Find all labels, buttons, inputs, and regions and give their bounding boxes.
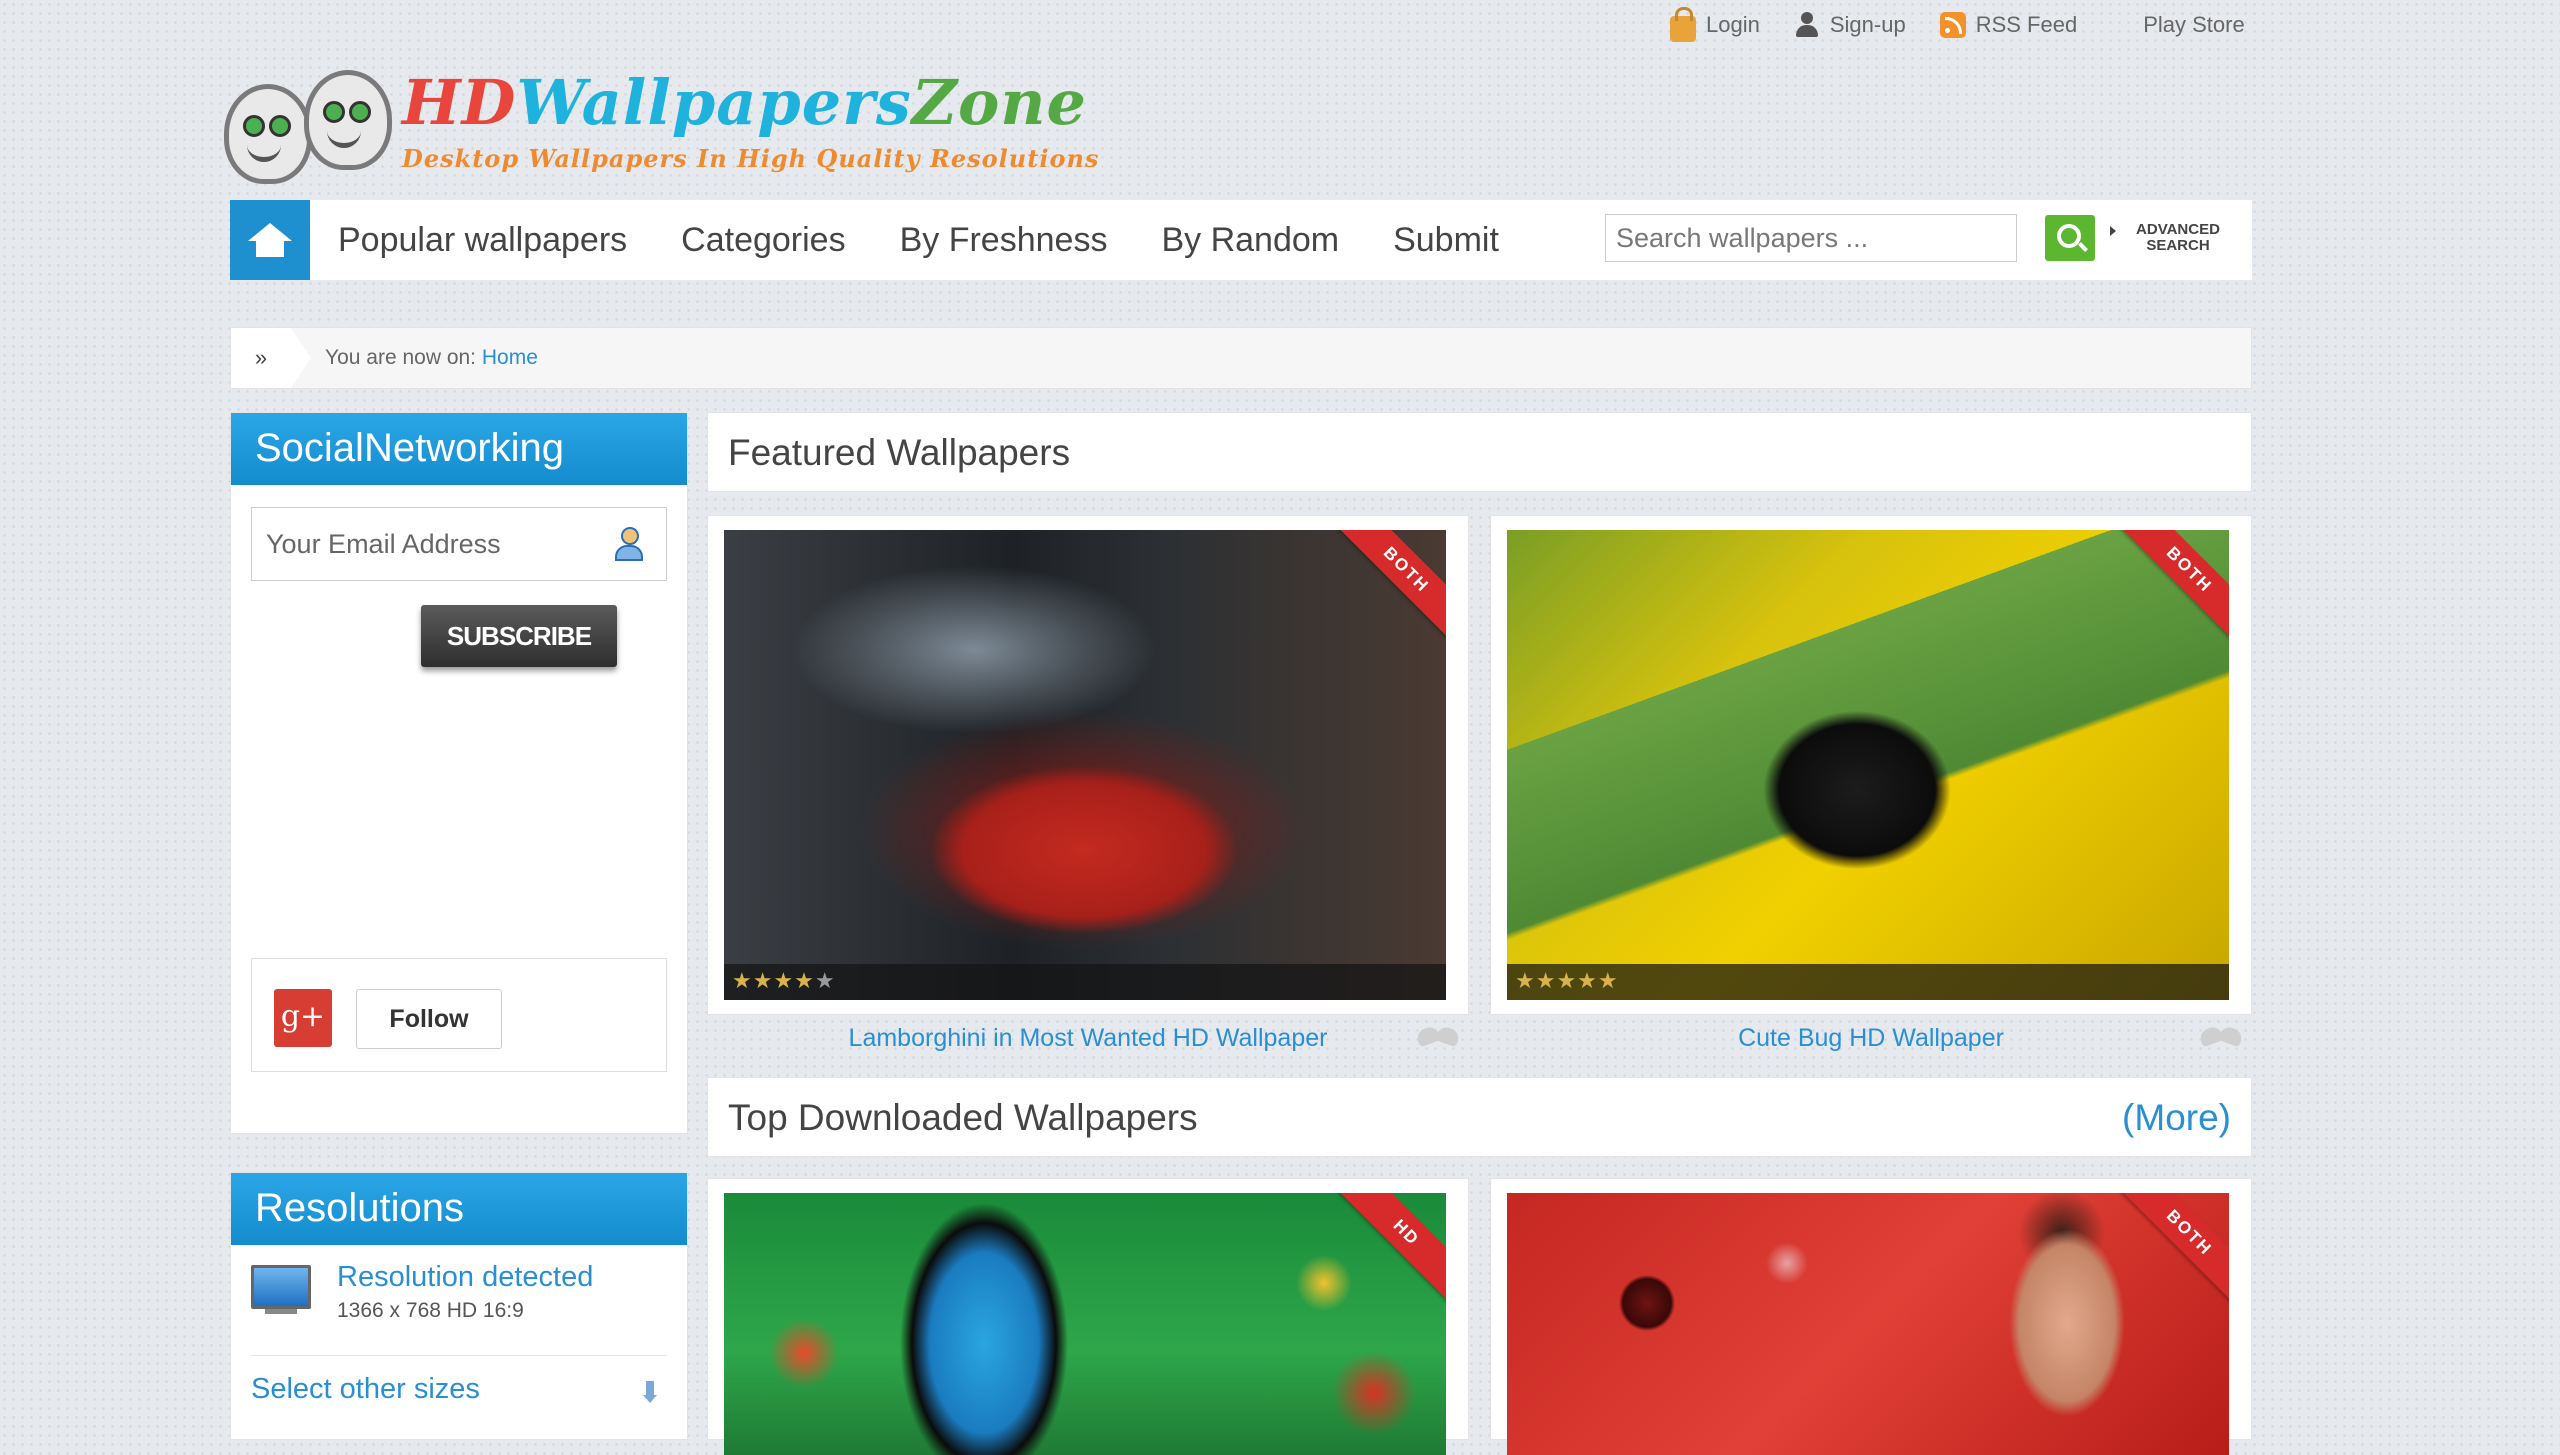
wallpaper-card: BOTH ★★★★★ xyxy=(1490,515,2252,1015)
logo-title: HDWallpapersZone xyxy=(402,66,1087,139)
resolution-detected-value: 1366 x 768 HD 16:9 xyxy=(337,1299,524,1322)
breadcrumb: » You are now on: Home xyxy=(230,327,2252,389)
login-label: Login xyxy=(1706,12,1760,37)
favorite-heart-icon[interactable] xyxy=(2198,1024,2246,1050)
rss-icon xyxy=(1939,12,1966,38)
nav-submit[interactable]: Submit xyxy=(1393,221,1499,260)
lock-icon xyxy=(1670,7,1696,42)
logo-title-hd: HD xyxy=(402,66,517,139)
top-downloaded-header: Top Downloaded Wallpapers (More) xyxy=(707,1077,2252,1157)
subscribe-button[interactable]: SUBSCRIBE xyxy=(421,605,617,667)
home-button[interactable] xyxy=(230,200,310,280)
nav-menu: Popular wallpapers Categories By Freshne… xyxy=(338,200,1553,280)
select-other-sizes-link[interactable]: Select other sizes xyxy=(251,1373,480,1406)
divider xyxy=(251,1355,667,1356)
rating-bar: ★★★★★ xyxy=(1507,964,2229,1000)
site-logo[interactable]: HDWallpapersZone Desktop Wallpapers In H… xyxy=(224,62,1174,184)
email-field[interactable] xyxy=(251,507,667,581)
resolution-detected-link[interactable]: Resolution detected xyxy=(337,1261,593,1294)
resolutions-title: Resolutions xyxy=(231,1173,687,1245)
logo-tagline: Desktop Wallpapers In High Quality Resol… xyxy=(402,144,1100,173)
google-plus-box: g+ Follow xyxy=(251,958,667,1072)
user-icon xyxy=(1794,12,1820,38)
resolutions-panel: Resolutions Resolution detected 1366 x 7… xyxy=(230,1172,688,1440)
wallpaper-card: BOTH xyxy=(1490,1178,2252,1455)
advanced-search-link[interactable]: ADVANCED SEARCH xyxy=(2110,221,2238,254)
wallpaper-thumbnail-butterfly[interactable]: HD xyxy=(724,1193,1446,1455)
google-plus-icon[interactable]: g+ xyxy=(274,989,332,1047)
play-store-link[interactable]: Play Store xyxy=(2143,12,2245,38)
top-links: Login Sign-up RSS Feed Play Store xyxy=(1670,7,2279,42)
search-icon xyxy=(2057,224,2081,248)
search-input[interactable] xyxy=(1605,214,2017,262)
logo-mascot-icon xyxy=(224,68,399,184)
signup-label: Sign-up xyxy=(1829,12,1906,37)
more-link[interactable]: (More) xyxy=(2122,1078,2231,1158)
logo-title-zone: Zone xyxy=(911,66,1087,139)
main-nav: Popular wallpapers Categories By Freshne… xyxy=(230,200,2252,280)
monitor-icon xyxy=(251,1265,311,1314)
rss-label: RSS Feed xyxy=(1975,12,2078,37)
badge-ribbon: BOTH xyxy=(2119,530,2229,640)
wallpaper-card: HD xyxy=(707,1178,1469,1455)
nav-by-random[interactable]: By Random xyxy=(1161,221,1339,260)
advanced-search-line2: SEARCH xyxy=(2146,237,2210,254)
search-button[interactable] xyxy=(2045,215,2095,261)
wallpaper-caption-link[interactable]: Cute Bug HD Wallpaper xyxy=(1490,1024,2252,1053)
nav-by-freshness[interactable]: By Freshness xyxy=(900,221,1108,260)
play-store-label: Play Store xyxy=(2143,12,2245,37)
breadcrumb-home-link[interactable]: Home xyxy=(482,346,538,369)
featured-wallpapers-header: Featured Wallpapers xyxy=(707,412,2252,492)
wallpaper-thumbnail-lamborghini[interactable]: BOTH ★★★★★ xyxy=(724,530,1446,1000)
login-link[interactable]: Login xyxy=(1670,7,1760,42)
featured-wallpapers-title: Featured Wallpapers xyxy=(728,432,1071,473)
arrow-right-icon xyxy=(2110,226,2116,236)
wallpaper-thumbnail-woman[interactable]: BOTH xyxy=(1507,1193,2229,1455)
wallpaper-caption-link[interactable]: Lamborghini in Most Wanted HD Wallpaper xyxy=(707,1024,1469,1053)
signup-link[interactable]: Sign-up xyxy=(1794,12,1906,38)
breadcrumb-text: You are now on: Home xyxy=(325,328,538,388)
breadcrumb-prefix: You are now on: xyxy=(325,346,477,369)
home-icon xyxy=(248,223,292,257)
top-downloaded-title: Top Downloaded Wallpapers xyxy=(728,1097,1198,1138)
rating-stars-icon: ★★★★★ xyxy=(1515,968,1619,993)
rating-bar: ★★★★★ xyxy=(724,964,1446,1000)
nav-popular-wallpapers[interactable]: Popular wallpapers xyxy=(338,221,627,260)
rating-stars-icon: ★★★★★ xyxy=(732,968,836,993)
download-icon[interactable] xyxy=(643,1381,657,1405)
wallpaper-card: BOTH ★★★★★ xyxy=(707,515,1469,1015)
advanced-search-line1: ADVANCED xyxy=(2136,221,2220,238)
logo-title-wallpapers: Wallpapers xyxy=(516,66,912,139)
follow-button[interactable]: Follow xyxy=(356,989,502,1049)
breadcrumb-arrow-icon: » xyxy=(231,328,311,388)
badge-ribbon: BOTH xyxy=(2119,1193,2229,1303)
social-networking-title: SocialNetworking xyxy=(231,413,687,485)
badge-ribbon: BOTH xyxy=(1336,530,1446,640)
wallpaper-thumbnail-cute-bug[interactable]: BOTH ★★★★★ xyxy=(1507,530,2229,1000)
rss-link[interactable]: RSS Feed xyxy=(1939,12,2078,38)
nav-categories[interactable]: Categories xyxy=(681,221,845,260)
social-networking-panel: SocialNetworking SUBSCRIBE g+ Follow xyxy=(230,412,688,1134)
person-icon xyxy=(613,527,643,561)
badge-ribbon: HD xyxy=(1336,1193,1446,1303)
favorite-heart-icon[interactable] xyxy=(1415,1024,1463,1050)
